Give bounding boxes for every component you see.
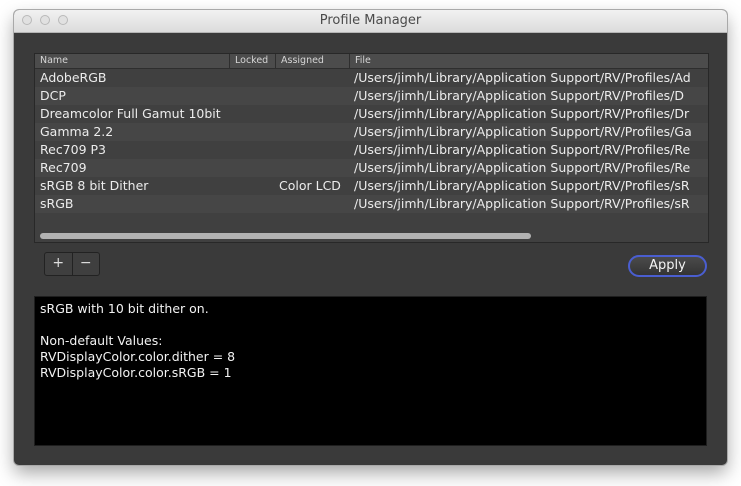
table-row[interactable]: Rec709 P3/Users/jimh/Library/Application… <box>35 141 708 159</box>
cell-name: AdobeRGB <box>40 70 107 85</box>
add-profile-button[interactable]: + <box>45 253 73 275</box>
cell-file: /Users/jimh/Library/Application Support/… <box>354 124 692 139</box>
column-header-assigned[interactable]: Assigned <box>276 54 350 68</box>
cell-locked <box>235 159 275 177</box>
description-line: Non-default Values: <box>40 333 163 348</box>
table-row[interactable]: sRGB/Users/jimh/Library/Application Supp… <box>35 195 708 213</box>
cell-file: /Users/jimh/Library/Application Support/… <box>354 196 690 211</box>
horizontal-scrollbar[interactable] <box>35 230 708 242</box>
profile-manager-window: Profile Manager Name Locked Assigned Fil… <box>14 10 727 465</box>
cell-file: /Users/jimh/Library/Application Support/… <box>354 160 691 175</box>
description-line: sRGB with 10 bit dither on. <box>40 301 209 316</box>
table-row[interactable]: sRGB 8 bit Dither Color LCD/Users/jimh/Li… <box>35 177 708 195</box>
table-row[interactable]: DCP/Users/jimh/Library/Application Suppo… <box>35 87 708 105</box>
cell-assigned <box>279 159 349 177</box>
cell-assigned <box>279 87 349 105</box>
description-line: RVDisplayColor.color.sRGB = 1 <box>40 365 232 380</box>
cell-name: sRGB 8 bit Dither <box>40 178 149 193</box>
title-bar[interactable]: Profile Manager <box>14 10 727 33</box>
column-header-locked[interactable]: Locked <box>230 54 276 68</box>
cell-assigned <box>279 141 349 159</box>
cell-name: sRGB <box>40 196 74 211</box>
cell-locked <box>235 177 275 195</box>
cell-assigned <box>279 123 349 141</box>
profiles-table[interactable]: Name Locked Assigned File AdobeRGB/Users… <box>34 53 709 243</box>
column-header-name[interactable]: Name <box>35 54 230 68</box>
cell-file: /Users/jimh/Library/Application Support/… <box>354 88 685 103</box>
description-line: RVDisplayColor.color.dither = 8 <box>40 349 236 364</box>
cell-locked <box>235 69 275 87</box>
cell-assigned <box>279 195 349 213</box>
table-header: Name Locked Assigned File <box>35 54 708 69</box>
cell-name: Gamma 2.2 <box>40 124 114 139</box>
table-body: AdobeRGB/Users/jimh/Library/Application … <box>35 69 708 213</box>
cell-file: /Users/jimh/Library/Application Support/… <box>354 70 691 85</box>
description-line <box>40 317 701 333</box>
cell-locked <box>235 105 275 123</box>
apply-button[interactable]: Apply <box>628 255 707 277</box>
table-row[interactable]: Gamma 2.2/Users/jimh/Library/Application… <box>35 123 708 141</box>
cell-file: /Users/jimh/Library/Application Support/… <box>354 178 690 193</box>
add-remove-button-group: + − <box>44 252 100 276</box>
remove-profile-button[interactable]: − <box>73 253 100 275</box>
cell-locked <box>235 123 275 141</box>
table-row[interactable]: Dreamcolor Full Gamut 10bit/Users/jimh/L… <box>35 105 708 123</box>
cell-assigned <box>279 69 349 87</box>
table-row[interactable]: AdobeRGB/Users/jimh/Library/Application … <box>35 69 708 87</box>
cell-locked <box>235 195 275 213</box>
cell-file: /Users/jimh/Library/Application Support/… <box>354 106 690 121</box>
profile-description-panel: sRGB with 10 bit dither on. Non-default V… <box>34 296 707 446</box>
window-title: Profile Manager <box>319 13 422 28</box>
cell-file: /Users/jimh/Library/Application Support/… <box>354 142 691 157</box>
cell-locked <box>235 141 275 159</box>
cell-assigned: Color LCD <box>279 178 341 193</box>
table-row[interactable]: Rec709/Users/jimh/Library/Application Su… <box>35 159 708 177</box>
cell-locked <box>235 87 275 105</box>
cell-name: DCP <box>40 88 66 103</box>
column-header-file[interactable]: File <box>350 54 708 68</box>
cell-assigned <box>279 105 349 123</box>
scrollbar-thumb[interactable] <box>40 233 531 239</box>
cell-name: Rec709 <box>40 160 87 175</box>
cell-name: Dreamcolor Full Gamut 10bit <box>40 106 221 121</box>
cell-name: Rec709 P3 <box>40 142 107 157</box>
